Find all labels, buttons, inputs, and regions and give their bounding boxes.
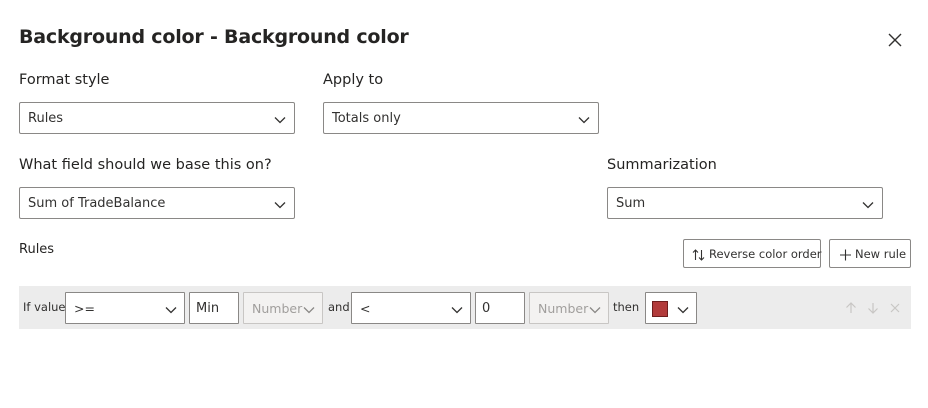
- color-swatch: [652, 301, 668, 317]
- apply-to-dropdown[interactable]: Totals only: [323, 102, 599, 134]
- chevron-down-icon: [676, 302, 690, 316]
- chevron-down-icon: [450, 302, 464, 316]
- move-up-icon[interactable]: [844, 300, 858, 314]
- new-rule-button[interactable]: New rule: [829, 239, 911, 268]
- chevron-down-icon: [577, 112, 591, 126]
- new-rule-label: New rule: [855, 247, 907, 261]
- chevron-down-icon: [273, 112, 287, 126]
- type-2-dropdown[interactable]: Number: [529, 292, 609, 324]
- summarization-label: Summarization: [607, 157, 717, 173]
- operator-1-value: >=: [74, 301, 95, 316]
- reverse-color-order-label: Reverse color order: [709, 247, 822, 261]
- and-text: and: [328, 300, 350, 314]
- rules-label: Rules: [19, 242, 55, 257]
- format-style-value: Rules: [28, 111, 64, 126]
- if-value-text: If value: [23, 300, 66, 314]
- base-field-label: What field should we base this on?: [19, 157, 272, 173]
- sort-arrows-icon: [692, 247, 705, 261]
- then-text: then: [613, 300, 640, 314]
- move-down-icon[interactable]: [866, 300, 880, 314]
- chevron-down-icon: [861, 197, 875, 211]
- chevron-down-icon: [588, 302, 602, 316]
- summarization-dropdown[interactable]: Sum: [607, 187, 883, 219]
- value-1-text: Min: [196, 301, 220, 316]
- delete-rule-icon[interactable]: [888, 300, 902, 314]
- plus-icon: [839, 247, 852, 261]
- rule-row: If value >= Min Number and < 0 Number th…: [19, 286, 911, 329]
- format-style-dropdown[interactable]: Rules: [19, 102, 295, 134]
- operator-2-value: <: [360, 301, 371, 316]
- chevron-down-icon: [302, 302, 316, 316]
- apply-to-label: Apply to: [323, 72, 384, 88]
- type-2-value: Number: [538, 301, 589, 316]
- dialog-title: Background color - Background color: [19, 26, 409, 48]
- base-field-value: Sum of TradeBalance: [28, 196, 166, 211]
- apply-to-value: Totals only: [332, 111, 401, 126]
- type-1-value: Number: [252, 301, 303, 316]
- reverse-color-order-button[interactable]: Reverse color order: [683, 239, 822, 268]
- format-style-label: Format style: [19, 72, 110, 88]
- color-picker-dropdown[interactable]: [645, 292, 697, 324]
- base-field-dropdown[interactable]: Sum of TradeBalance: [19, 187, 295, 219]
- operator-2-dropdown[interactable]: <: [351, 292, 471, 324]
- chevron-down-icon: [273, 197, 287, 211]
- chevron-down-icon: [164, 302, 178, 316]
- value-1-input[interactable]: Min: [189, 292, 239, 324]
- value-2-input[interactable]: 0: [475, 292, 525, 324]
- type-1-dropdown[interactable]: Number: [243, 292, 323, 324]
- value-2-text: 0: [482, 301, 491, 316]
- close-icon[interactable]: [884, 29, 906, 51]
- operator-1-dropdown[interactable]: >=: [65, 292, 185, 324]
- summarization-value: Sum: [616, 196, 646, 211]
